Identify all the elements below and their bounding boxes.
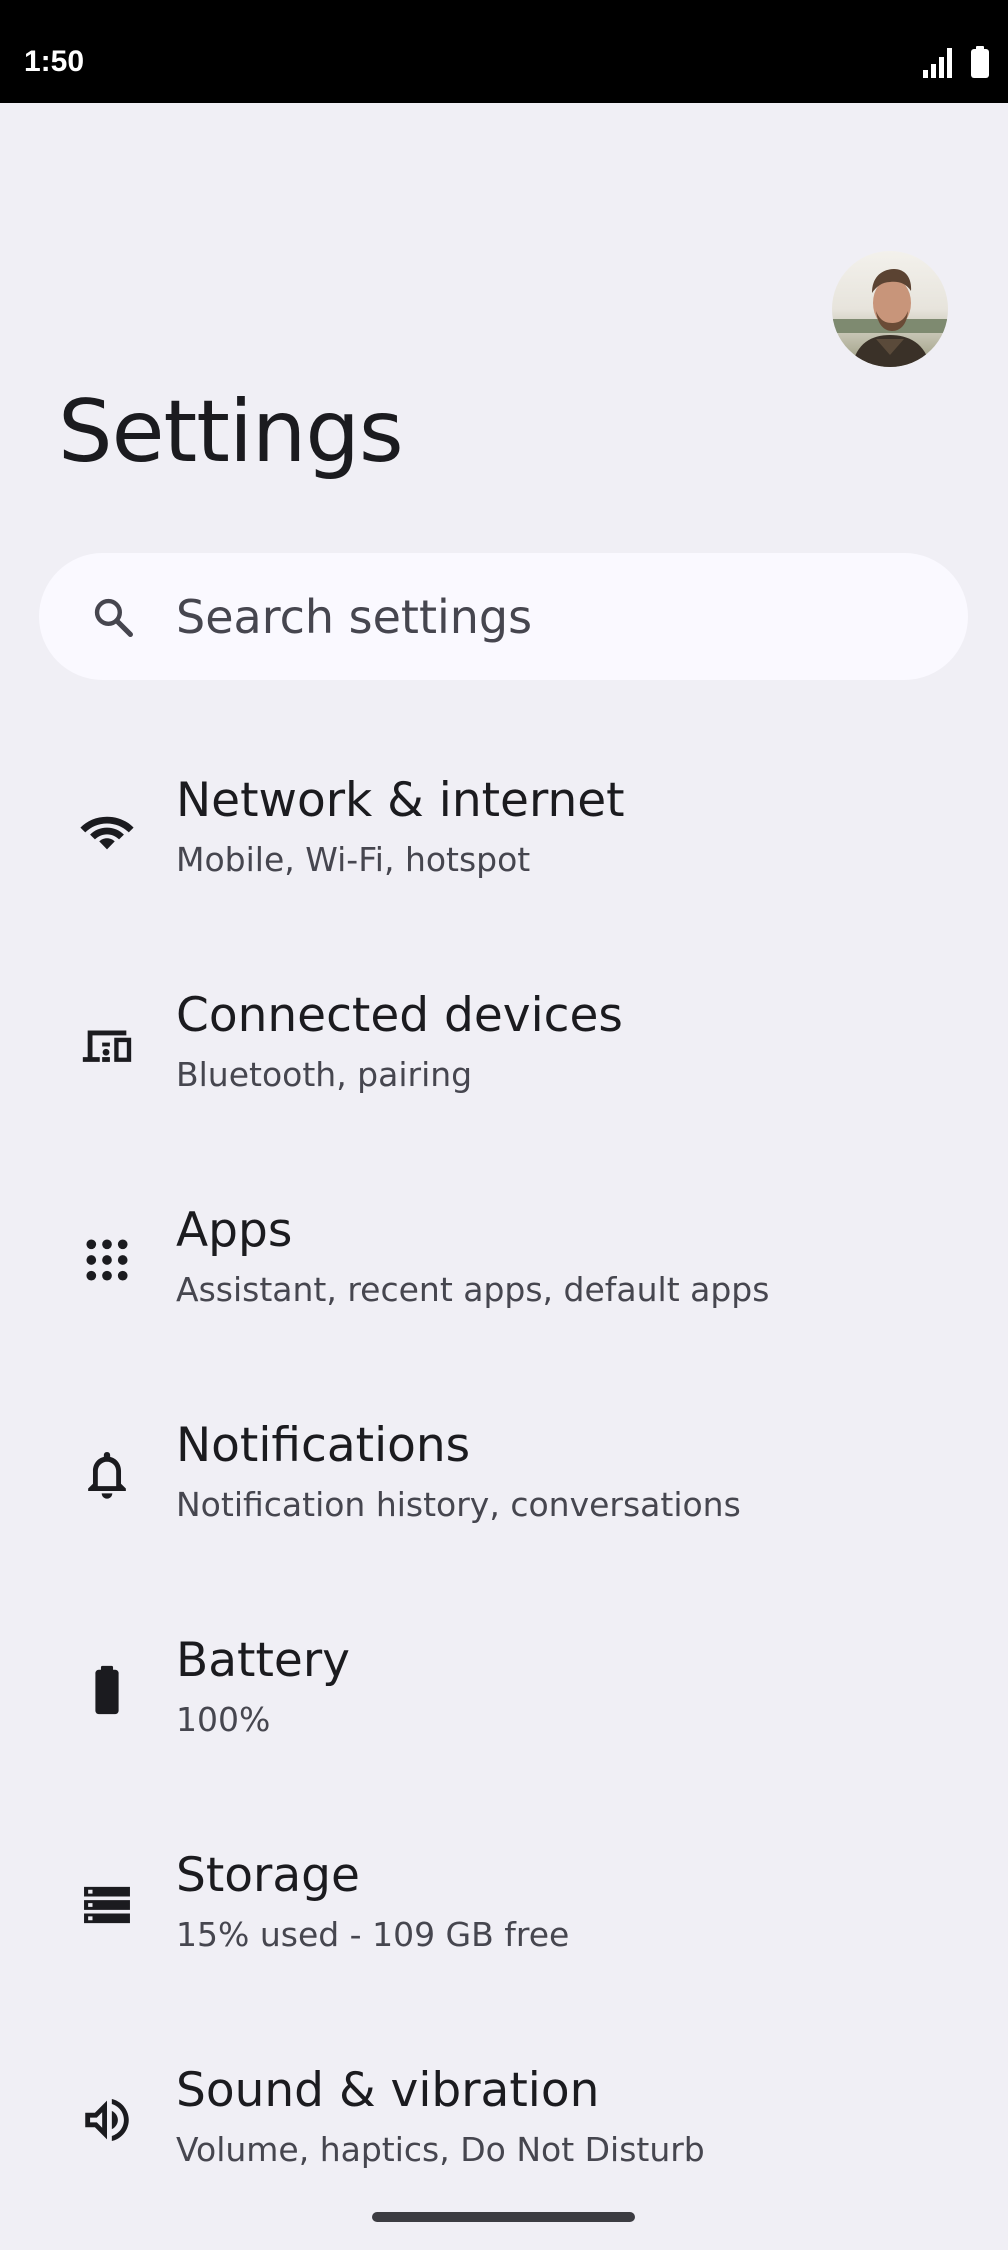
settings-item-title: Storage: [176, 1848, 360, 1903]
settings-item-subtitle: 100%: [176, 1700, 271, 1739]
wifi-icon: [78, 801, 136, 859]
settings-item-subtitle: Mobile, Wi-Fi, hotspot: [176, 840, 531, 879]
bell-icon: [78, 1446, 136, 1504]
account-avatar[interactable]: [832, 251, 948, 367]
settings-item-title: Notifications: [176, 1418, 471, 1473]
battery-icon: [78, 1661, 136, 1719]
settings-item-subtitle: Volume, haptics, Do Not Disturb: [176, 2130, 705, 2169]
settings-item-apps[interactable]: Apps Assistant, recent apps, default app…: [0, 1175, 1008, 1390]
search-bar[interactable]: Search settings: [39, 553, 968, 680]
storage-icon: [78, 1876, 136, 1934]
settings-item-storage[interactable]: Storage 15% used - 109 GB free: [0, 1820, 1008, 2035]
settings-item-subtitle: Assistant, recent apps, default apps: [176, 1270, 770, 1309]
search-placeholder: Search settings: [176, 590, 533, 644]
settings-item-title: Network & internet: [176, 773, 625, 828]
page-title: Settings: [58, 382, 404, 482]
settings-item-subtitle: Notification history, conversations: [176, 1485, 741, 1524]
speaker-icon: [78, 2091, 136, 2149]
status-icons: [922, 46, 990, 78]
status-bar: 1:50: [0, 0, 1008, 103]
settings-list: Network & internet Mobile, Wi-Fi, hotspo…: [0, 745, 1008, 2250]
battery-status-icon: [971, 46, 989, 78]
apps-grid-icon: [78, 1231, 136, 1289]
settings-item-title: Connected devices: [176, 988, 623, 1043]
connected-devices-icon: [78, 1016, 136, 1074]
settings-item-network[interactable]: Network & internet Mobile, Wi-Fi, hotspo…: [0, 745, 1008, 960]
search-icon: [94, 598, 133, 637]
settings-item-battery[interactable]: Battery 100%: [0, 1605, 1008, 1820]
settings-item-connected-devices[interactable]: Connected devices Bluetooth, pairing: [0, 960, 1008, 1175]
settings-item-subtitle: 15% used - 109 GB free: [176, 1915, 570, 1954]
settings-item-subtitle: Bluetooth, pairing: [176, 1055, 473, 1094]
status-time: 1:50: [24, 45, 85, 78]
settings-item-title: Sound & vibration: [176, 2063, 600, 2118]
settings-item-notifications[interactable]: Notifications Notification history, conv…: [0, 1390, 1008, 1605]
settings-item-title: Battery: [176, 1633, 350, 1688]
gesture-nav-handle[interactable]: [372, 2212, 635, 2222]
signal-icon: [923, 48, 952, 78]
avatar-image: [832, 251, 948, 367]
settings-item-title: Apps: [176, 1203, 293, 1258]
